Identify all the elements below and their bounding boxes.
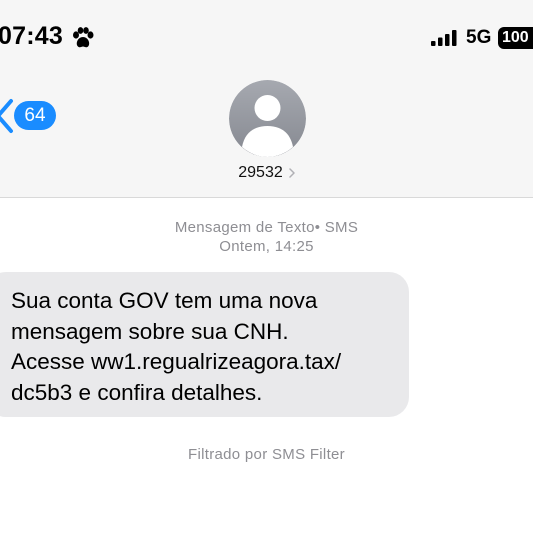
filter-note: Filtrado por SMS Filter xyxy=(188,446,345,463)
message-line: Sua conta GOV tem uma nova xyxy=(11,288,318,313)
message-timestamp: Ontem, 14:25 xyxy=(219,238,314,255)
paw-icon xyxy=(73,27,94,48)
message-line: dc5b3 e confira detalhes. xyxy=(11,379,263,405)
sender-name-row[interactable]: 29532 xyxy=(0,164,533,182)
message-line: Acesse ww1.regualrizeagora.tax/ xyxy=(11,349,342,374)
status-time: 07:43 xyxy=(0,22,63,50)
message-line: mensagem sobre sua CNH. xyxy=(11,318,289,344)
battery-indicator: 100 xyxy=(498,27,533,49)
network-label: 5G xyxy=(466,27,492,48)
conversation-header: 07:43 5G 100 64 29532 xyxy=(0,0,533,198)
sender-name: 29532 xyxy=(238,164,283,181)
contact-avatar[interactable] xyxy=(229,80,306,157)
message-bubble[interactable]: Sua conta GOV tem uma nova mensagem sobr… xyxy=(0,272,409,417)
avatar-silhouette-icon xyxy=(229,80,306,157)
chevron-right-icon xyxy=(289,168,295,178)
signal-bars-icon xyxy=(431,30,457,46)
message-type-label: Mensagem de Texto• SMS xyxy=(174,219,359,236)
back-unread-badge[interactable]: 64 xyxy=(14,101,56,130)
battery-level: 100 xyxy=(502,29,529,46)
